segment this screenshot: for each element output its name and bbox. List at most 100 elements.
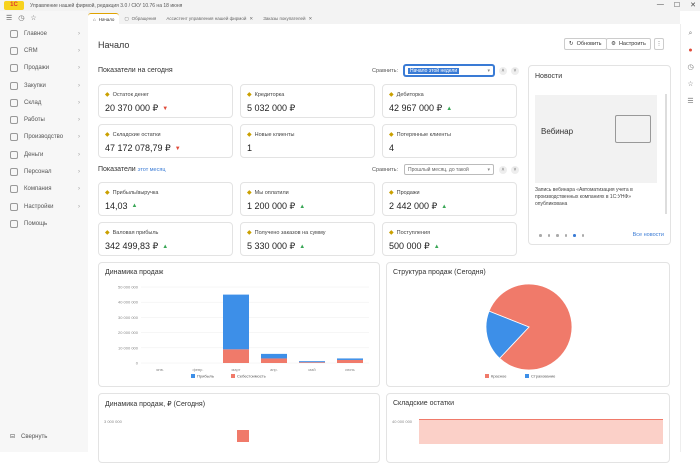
kpi-label-text: Кредиторка (254, 91, 285, 98)
kpi-value: 4 (389, 143, 394, 153)
period-link[interactable]: этот месяц (138, 167, 166, 173)
kpi-card[interactable]: ◆ Продажи 2 442 000 ₽ ▲ (382, 182, 517, 216)
window-titlebar: 1С Управление нашей фирмой, редакция 3.0… (0, 0, 700, 11)
star-icon[interactable]: ☆ (687, 80, 693, 88)
kpi-icon: ◆ (247, 132, 252, 138)
kpi-label-text: Дебиторка (396, 91, 424, 98)
kpi-card[interactable]: ◆ Складские остатки 47 172 078,79 ₽ ▼ (98, 124, 233, 158)
tab-home[interactable]: ⌂ Начало (88, 13, 120, 24)
home-icon: ⌂ (93, 16, 96, 22)
kpi-value-text: 1 200 000 ₽ (247, 201, 296, 211)
sidebar-item-label: Главное (24, 30, 47, 37)
close-icon[interactable]: ✕ (249, 16, 253, 22)
settings-button[interactable]: ⚙ Настроить (606, 38, 651, 50)
sidebar-item-9[interactable]: Компания › (0, 181, 88, 198)
chart-bar (237, 430, 249, 442)
kpi-icon: ◆ (105, 132, 110, 138)
settings-icon (10, 202, 18, 211)
sidebar-collapse-button[interactable]: ⊟ Свернуть (10, 433, 48, 441)
kpi-card[interactable]: ◆ Остаток денег 20 370 000 ₽ ▼ (98, 84, 233, 118)
sales-structure-panel: Структура продаж (Сегодня) Красное Страхо… (386, 262, 670, 387)
sidebar-item-0[interactable]: Главное › (0, 25, 88, 42)
tab-label: Заказы покупателей (263, 16, 306, 21)
kpi-icon: ◆ (389, 230, 394, 236)
compare-select-month[interactable]: Прошлый месяц, до такой ▾ (404, 164, 494, 175)
kpi-value-text: 42 967 000 ₽ (389, 103, 443, 113)
sidebar-item-label: CRM (24, 47, 38, 54)
news-image[interactable]: Вебинар (535, 95, 657, 183)
close-icon[interactable]: ✕ (309, 16, 313, 22)
chevron-down-icon[interactable]: ˅ (511, 166, 519, 174)
pager-dot[interactable] (547, 234, 550, 237)
kpi-value-text: 4 (389, 143, 395, 153)
sidebar-item-4[interactable]: Склад › (0, 94, 88, 111)
history-icon[interactable]: ◷ (18, 14, 24, 22)
legend-label: Страхование (531, 374, 556, 379)
kpi-card[interactable]: ◆ Получено заказов на сумму 5 330 000 ₽ ▲ (240, 222, 375, 256)
sidebar-item-3[interactable]: Закупки › (0, 77, 88, 94)
all-news-link[interactable]: Все новости (633, 232, 664, 238)
tab-orders[interactable]: Заказы покупателей ✕ (258, 13, 317, 24)
kpi-card[interactable]: ◆ Валовая прибыль 342 499,83 ₽ ▲ (98, 222, 233, 256)
y-tick-label: 0 (136, 361, 139, 366)
sales-dynamics-panel: Динамика продаж 0 10 000 000 20 000 000 30 … (98, 262, 380, 387)
sidebar-item-label: Производство (24, 134, 64, 141)
tab-assistant[interactable]: Ассистент управления нашей фирмой ✕ (161, 13, 258, 24)
tab-requests[interactable]: ▢ Обращения (119, 13, 161, 24)
sidebar-item-label: Настройки (24, 203, 54, 210)
minimize-icon[interactable]: — (657, 1, 664, 9)
close-icon[interactable]: ✕ (690, 1, 696, 9)
settings-label: Настроить (618, 41, 646, 47)
sidebar-item-8[interactable]: Персонал › (0, 163, 88, 180)
chevron-down-icon: ▾ (487, 166, 490, 173)
menu-icon[interactable]: ☰ (6, 14, 12, 22)
crm-icon (10, 46, 18, 55)
kpi-card[interactable]: ◆ Прибыль/выручка 14,03 ▲ (98, 182, 233, 216)
tasks-icon[interactable]: ☰ (687, 97, 693, 105)
more-icon: ⋮ (656, 41, 662, 47)
pager-dot-active[interactable] (573, 234, 576, 237)
chevron-up-icon[interactable]: ˄ (499, 67, 507, 75)
chevron-up-icon[interactable]: ˄ (499, 166, 507, 174)
help-icon (10, 219, 18, 228)
chevron-right-icon: › (78, 65, 80, 72)
pager-dot[interactable] (556, 234, 559, 237)
news-text[interactable]: Запись вебинара «Автоматизация учета в п… (535, 187, 657, 215)
kpi-value: 1 200 000 ₽ ▲ (247, 201, 305, 212)
history-icon[interactable]: ◷ (687, 63, 693, 71)
bell-icon[interactable]: ● (688, 47, 692, 54)
kpi-label-text: Потерянные клиенты (396, 131, 451, 138)
sidebar-item-2[interactable]: Продажи › (0, 60, 88, 77)
more-button[interactable]: ⋮ (654, 38, 664, 50)
sidebar-item-5[interactable]: Работы › (0, 111, 88, 128)
sidebar-item-6[interactable]: Производство › (0, 129, 88, 146)
sidebar-collapse-label: Свернуть (21, 433, 48, 440)
kpi-card[interactable]: ◆ Поступления 500 000 ₽ ▲ (382, 222, 517, 256)
search-icon[interactable]: ⌕ (689, 30, 693, 38)
trend-down-icon: ▼ (162, 105, 169, 112)
pager-dot[interactable] (581, 234, 584, 237)
kpi-card[interactable]: ◆ Потерянные клиенты 4 (382, 124, 517, 158)
sidebar-item-1[interactable]: CRM › (0, 42, 88, 59)
maximize-icon[interactable]: ☐ (674, 1, 680, 9)
compare-select-today[interactable]: Начало этой недели ▾ (404, 65, 494, 76)
kpi-value: 14,03 ▲ (105, 201, 137, 211)
kpi-card[interactable]: ◆ Мы оплатили 1 200 000 ₽ ▲ (240, 182, 375, 216)
kpi-card[interactable]: ◆ Кредиторка 5 032 000 ₽ (240, 84, 375, 118)
kpi-card[interactable]: ◆ Новые клиенты 1 (240, 124, 375, 158)
sidebar-item-7[interactable]: Деньги › (0, 146, 88, 163)
pager-dot[interactable] (539, 234, 542, 237)
news-pager[interactable] (539, 234, 584, 237)
kpi-card[interactable]: ◆ Дебиторка 42 967 000 ₽ ▲ (382, 84, 517, 118)
chevron-down-icon[interactable]: ˅ (511, 67, 519, 75)
refresh-button[interactable]: ↻ Обновить (564, 38, 607, 50)
sidebar-item-label: Работы (24, 117, 45, 124)
pager-dot[interactable] (564, 234, 567, 237)
stock-title: Складские остатки (393, 400, 455, 407)
sidebar-item-11[interactable]: Помощь (0, 215, 88, 232)
sales-icon (10, 64, 18, 73)
news-scrollbar[interactable] (665, 94, 667, 214)
favorites-icon[interactable]: ☆ (30, 14, 36, 22)
trend-up-icon: ▲ (446, 105, 453, 112)
sidebar-item-10[interactable]: Настройки › (0, 198, 88, 215)
